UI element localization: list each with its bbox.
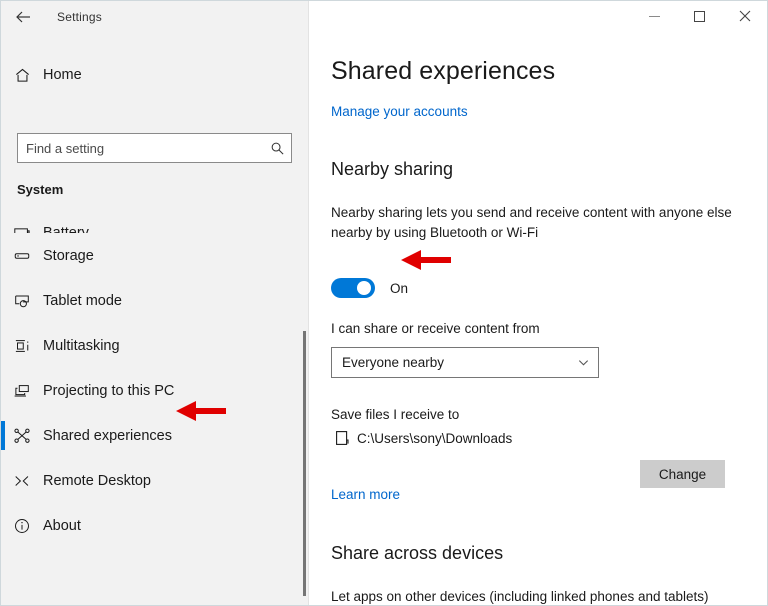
sidebar-nav-list: Battery Storage Tablet mode Multitasking… — [1, 203, 308, 605]
change-button[interactable]: Change — [640, 460, 725, 488]
manage-accounts-link[interactable]: Manage your accounts — [331, 104, 468, 119]
nearby-sharing-toggle-row: On — [331, 278, 408, 298]
share-across-devices-heading: Share across devices — [331, 543, 504, 563]
search-icon[interactable] — [263, 141, 291, 156]
share-from-label: I can share or receive content from — [331, 321, 540, 336]
save-files-label: Save files I receive to — [331, 407, 460, 422]
sidebar-item-label: Remote Desktop — [43, 472, 151, 489]
selection-indicator — [1, 421, 5, 450]
chevron-down-icon — [568, 356, 598, 369]
save-files-path-row: C:\Users\sony\Downloads — [331, 430, 512, 446]
share-across-devices-description: Let apps on other devices (including lin… — [331, 589, 709, 604]
sidebar-item-projecting-to-this-pc[interactable]: Projecting to this PC — [1, 368, 308, 413]
nearby-sharing-description: Nearby sharing lets you send and receive… — [331, 205, 732, 240]
save-files-path: C:\Users\sony\Downloads — [357, 430, 513, 446]
nearby-sharing-toggle-state: On — [390, 280, 409, 296]
projecting-icon — [1, 382, 43, 400]
share-from-dropdown[interactable]: Everyone nearby — [331, 347, 599, 378]
minimize-button[interactable] — [632, 1, 677, 31]
title-bar: Settings — [1, 1, 767, 33]
share-from-selected-value: Everyone nearby — [342, 355, 445, 370]
sidebar-item-battery[interactable]: Battery — [1, 203, 308, 233]
info-icon — [1, 517, 43, 535]
tablet-mode-icon — [1, 292, 43, 310]
learn-more-link[interactable]: Learn more — [331, 487, 400, 502]
sidebar-item-home[interactable]: Home — [1, 58, 308, 92]
sidebar-item-label: About — [43, 517, 81, 534]
sidebar-item-label: Multitasking — [43, 337, 120, 354]
sidebar: Home System Battery — [1, 33, 308, 605]
remote-desktop-icon — [1, 472, 43, 490]
folder-icon — [331, 430, 353, 446]
sidebar-item-label: Storage — [43, 247, 94, 264]
nearby-sharing-heading: Nearby sharing — [331, 159, 454, 179]
search-input[interactable] — [18, 134, 263, 162]
back-button[interactable] — [1, 1, 45, 33]
sidebar-item-about[interactable]: About — [1, 503, 308, 548]
search-box[interactable] — [17, 133, 292, 163]
main-content: Shared experiences Manage your accounts … — [309, 33, 767, 605]
sidebar-home-label: Home — [43, 67, 82, 83]
sidebar-item-label: Projecting to this PC — [43, 382, 175, 399]
storage-icon — [1, 247, 43, 265]
sidebar-item-tablet-mode[interactable]: Tablet mode — [1, 278, 308, 323]
sidebar-item-storage[interactable]: Storage — [1, 233, 308, 278]
window-title: Settings — [57, 10, 102, 24]
shared-experiences-icon — [1, 427, 43, 445]
sidebar-item-label: Tablet mode — [43, 292, 122, 309]
title-bar-left: Settings — [1, 1, 308, 33]
sidebar-group-title: System — [17, 182, 64, 197]
settings-window: Settings Home Find a setting System Batt… — [0, 0, 768, 606]
home-icon — [1, 67, 43, 84]
toggle-knob — [357, 281, 371, 295]
page-title: Shared experiences — [331, 57, 556, 85]
window-controls — [308, 1, 767, 33]
battery-icon — [1, 223, 43, 233]
maximize-button[interactable] — [677, 1, 722, 31]
sidebar-item-label: Shared experiences — [43, 427, 172, 444]
sidebar-item-label: Battery — [43, 225, 89, 233]
sidebar-item-remote-desktop[interactable]: Remote Desktop — [1, 458, 308, 503]
sidebar-item-shared-experiences[interactable]: Shared experiences — [1, 413, 308, 458]
nearby-sharing-toggle[interactable] — [331, 278, 375, 298]
sidebar-scrollbar[interactable] — [303, 331, 306, 596]
close-button[interactable] — [722, 1, 767, 31]
multitasking-icon — [1, 337, 43, 355]
sidebar-item-multitasking[interactable]: Multitasking — [1, 323, 308, 368]
